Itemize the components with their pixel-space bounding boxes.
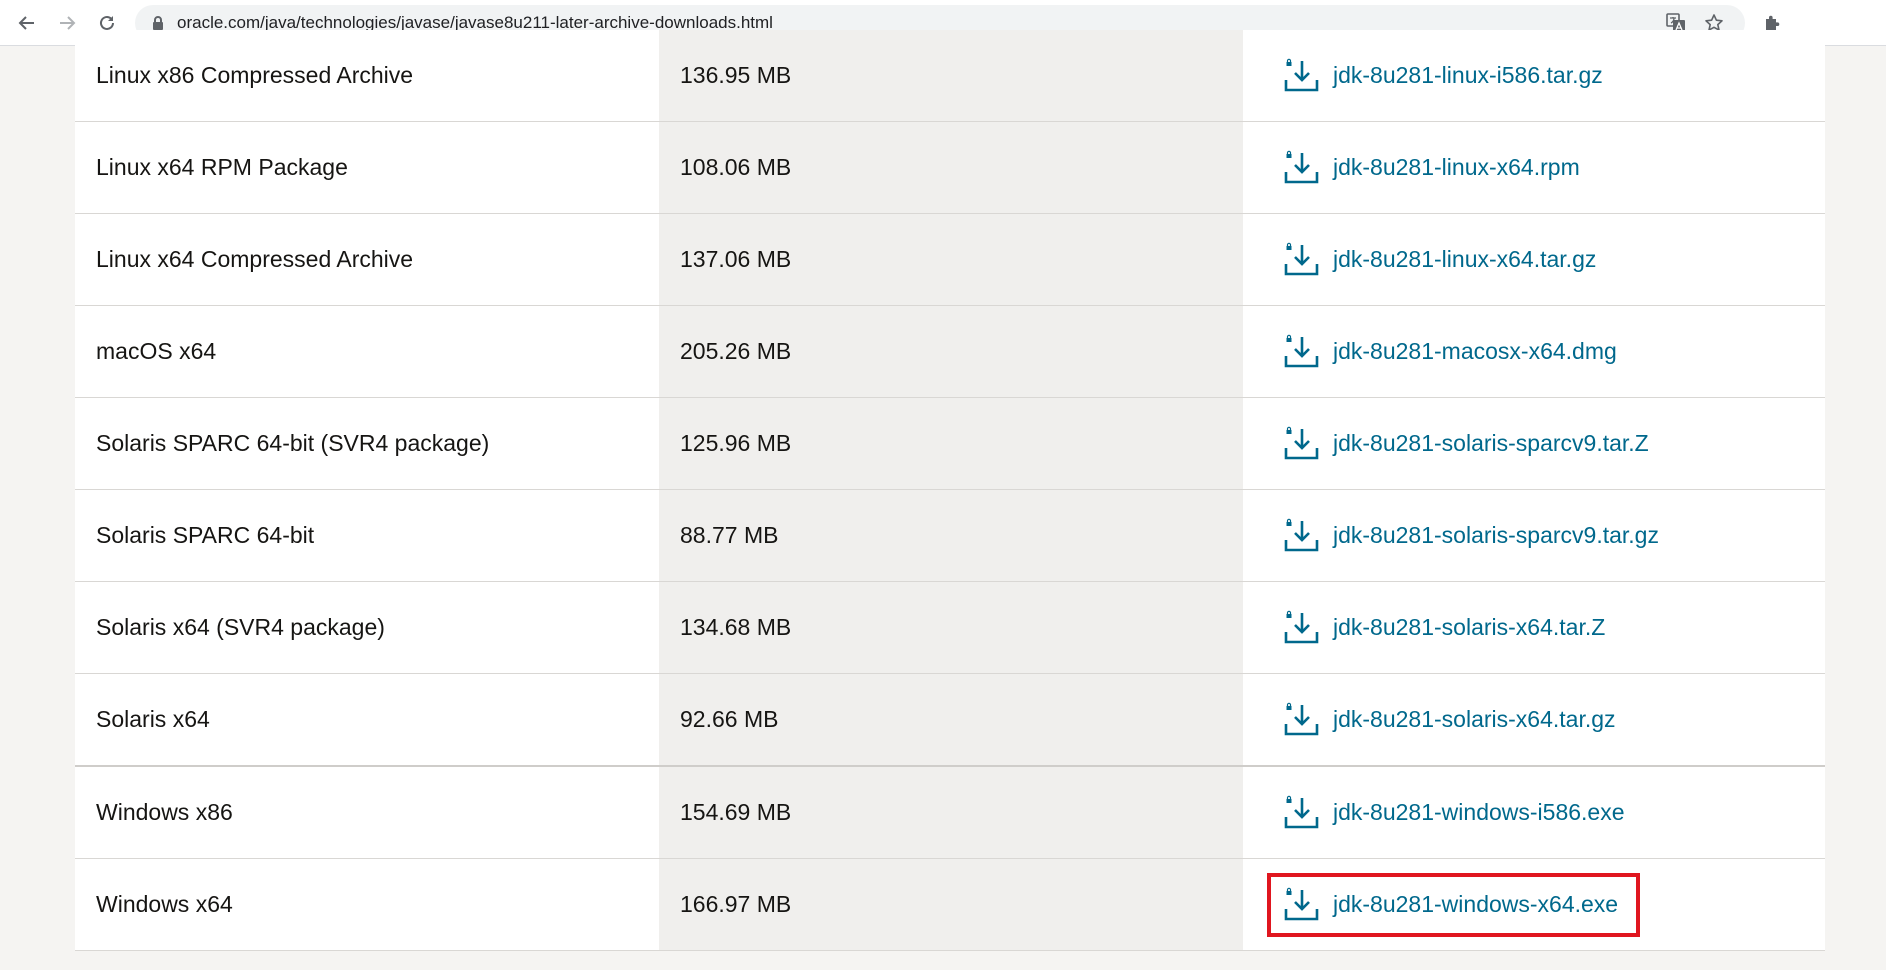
download-icon[interactable] — [1283, 702, 1319, 738]
download-filename[interactable]: jdk-8u281-windows-x64.exe — [1333, 891, 1618, 918]
download-icon[interactable] — [1283, 518, 1319, 554]
download-link[interactable]: jdk-8u281-macosx-x64.dmg — [1283, 334, 1617, 370]
file-size: 92.66 MB — [680, 706, 779, 732]
download-cell: jdk-8u281-solaris-x64.tar.Z — [1243, 582, 1825, 673]
product-label: Solaris SPARC 64-bit (SVR4 package) — [96, 430, 490, 456]
product-label: Windows x64 — [96, 891, 233, 917]
download-icon[interactable] — [1283, 242, 1319, 278]
table-row: Solaris x64 (SVR4 package) 134.68 MB jdk-8… — [75, 582, 1825, 674]
file-size: 88.77 MB — [680, 522, 779, 548]
file-size: 125.96 MB — [680, 430, 792, 456]
download-cell: jdk-8u281-solaris-x64.tar.gz — [1243, 674, 1825, 765]
size-cell: 137.06 MB — [659, 214, 1243, 305]
table-row: Solaris SPARC 64-bit 88.77 MB jdk-8u281-so… — [75, 490, 1825, 582]
download-cell: jdk-8u281-solaris-sparcv9.tar.gz — [1243, 490, 1825, 581]
back-button[interactable] — [12, 8, 42, 38]
download-filename[interactable]: jdk-8u281-linux-i586.tar.gz — [1333, 62, 1603, 89]
product-cell: Linux x64 RPM Package — [75, 122, 659, 213]
product-label: Solaris SPARC 64-bit — [96, 522, 315, 548]
download-icon[interactable] — [1283, 426, 1319, 462]
table-row: macOS x64 205.26 MB jdk-8u281-macosx-x64.d… — [75, 306, 1825, 398]
table-row: Solaris SPARC 64-bit (SVR4 package) 125.9… — [75, 398, 1825, 490]
size-cell: 92.66 MB — [659, 674, 1243, 765]
download-link[interactable]: jdk-8u281-linux-x64.tar.gz — [1283, 242, 1596, 278]
table-row: Linux x86 Compressed Archive 136.95 MB jdk… — [75, 30, 1825, 122]
product-label: Linux x86 Compressed Archive — [96, 62, 414, 88]
download-filename[interactable]: jdk-8u281-solaris-x64.tar.Z — [1333, 614, 1605, 641]
product-cell: Solaris SPARC 64-bit — [75, 490, 659, 581]
table-row: Windows x86 154.69 MB jdk-8u281-windows-i5… — [75, 767, 1825, 859]
download-icon[interactable] — [1283, 887, 1319, 923]
product-label: Linux x64 Compressed Archive — [96, 246, 414, 272]
download-cell: jdk-8u281-windows-x64.exe — [1243, 859, 1825, 950]
product-cell: Solaris SPARC 64-bit (SVR4 package) — [75, 398, 659, 489]
download-filename[interactable]: jdk-8u281-linux-x64.rpm — [1333, 154, 1580, 181]
download-icon[interactable] — [1283, 610, 1319, 646]
size-cell: 166.97 MB — [659, 859, 1243, 950]
product-cell: Solaris x64 (SVR4 package) — [75, 582, 659, 673]
download-icon[interactable] — [1283, 150, 1319, 186]
file-size: 166.97 MB — [680, 891, 792, 917]
download-cell: jdk-8u281-linux-i586.tar.gz — [1243, 30, 1825, 121]
file-size: 108.06 MB — [680, 154, 792, 180]
download-cell: jdk-8u281-linux-x64.tar.gz — [1243, 214, 1825, 305]
arrow-left-icon — [18, 16, 34, 30]
size-cell: 125.96 MB — [659, 398, 1243, 489]
download-link[interactable]: jdk-8u281-solaris-sparcv9.tar.Z — [1283, 426, 1649, 462]
download-cell: jdk-8u281-windows-i586.exe — [1243, 767, 1825, 858]
download-link[interactable]: jdk-8u281-linux-i586.tar.gz — [1283, 58, 1603, 94]
file-size: 205.26 MB — [680, 338, 792, 364]
product-label: Solaris x64 (SVR4 package) — [96, 614, 385, 640]
download-link[interactable]: jdk-8u281-windows-i586.exe — [1283, 795, 1625, 831]
file-size: 134.68 MB — [680, 614, 792, 640]
download-filename[interactable]: jdk-8u281-solaris-x64.tar.gz — [1333, 706, 1616, 733]
downloads-table: Linux x86 Compressed Archive 136.95 MB jdk… — [75, 30, 1825, 951]
download-cell: jdk-8u281-linux-x64.rpm — [1243, 122, 1825, 213]
size-cell: 154.69 MB — [659, 767, 1243, 858]
arrow-right-icon — [60, 16, 76, 30]
table-row: Linux x64 RPM Package 108.06 MB jdk-8u281-… — [75, 122, 1825, 214]
product-label: macOS x64 — [96, 338, 217, 364]
product-cell: Linux x86 Compressed Archive — [75, 30, 659, 121]
download-filename[interactable]: jdk-8u281-solaris-sparcv9.tar.Z — [1333, 430, 1649, 457]
download-filename[interactable]: jdk-8u281-linux-x64.tar.gz — [1333, 246, 1596, 273]
download-cell: jdk-8u281-macosx-x64.dmg — [1243, 306, 1825, 397]
download-link[interactable]: jdk-8u281-solaris-sparcv9.tar.gz — [1283, 518, 1659, 554]
product-cell: macOS x64 — [75, 306, 659, 397]
size-cell: 136.95 MB — [659, 30, 1243, 121]
product-label: Windows x86 — [96, 799, 233, 825]
download-filename[interactable]: jdk-8u281-windows-i586.exe — [1333, 799, 1625, 826]
table-row: Linux x64 Compressed Archive 137.06 MB jdk… — [75, 214, 1825, 306]
size-cell: 205.26 MB — [659, 306, 1243, 397]
download-filename[interactable]: jdk-8u281-macosx-x64.dmg — [1333, 338, 1617, 365]
download-cell: jdk-8u281-solaris-sparcv9.tar.Z — [1243, 398, 1825, 489]
download-link[interactable]: jdk-8u281-solaris-x64.tar.gz — [1283, 702, 1616, 738]
product-cell: Solaris x64 — [75, 674, 659, 765]
download-link[interactable]: jdk-8u281-solaris-x64.tar.Z — [1283, 610, 1605, 646]
product-cell: Windows x64 — [75, 859, 659, 950]
file-size: 154.69 MB — [680, 799, 792, 825]
product-cell: Linux x64 Compressed Archive — [75, 214, 659, 305]
file-size: 136.95 MB — [680, 62, 792, 88]
file-size: 137.06 MB — [680, 246, 792, 272]
table-row: Solaris x64 92.66 MB jdk-8u281-solaris-x64… — [75, 674, 1825, 767]
download-icon[interactable] — [1283, 795, 1319, 831]
product-cell: Windows x86 — [75, 767, 659, 858]
download-icon[interactable] — [1283, 58, 1319, 94]
download-filename[interactable]: jdk-8u281-solaris-sparcv9.tar.gz — [1333, 522, 1659, 549]
download-link[interactable]: jdk-8u281-linux-x64.rpm — [1283, 150, 1580, 186]
size-cell: 108.06 MB — [659, 122, 1243, 213]
product-label: Linux x64 RPM Package — [96, 154, 348, 180]
download-link[interactable]: jdk-8u281-windows-x64.exe — [1267, 872, 1641, 937]
table-row: Windows x64 166.97 MB jdk-8u281-windows-x6… — [75, 859, 1825, 951]
size-cell: 134.68 MB — [659, 582, 1243, 673]
size-cell: 88.77 MB — [659, 490, 1243, 581]
download-icon[interactable] — [1283, 334, 1319, 370]
product-label: Solaris x64 — [96, 706, 210, 732]
